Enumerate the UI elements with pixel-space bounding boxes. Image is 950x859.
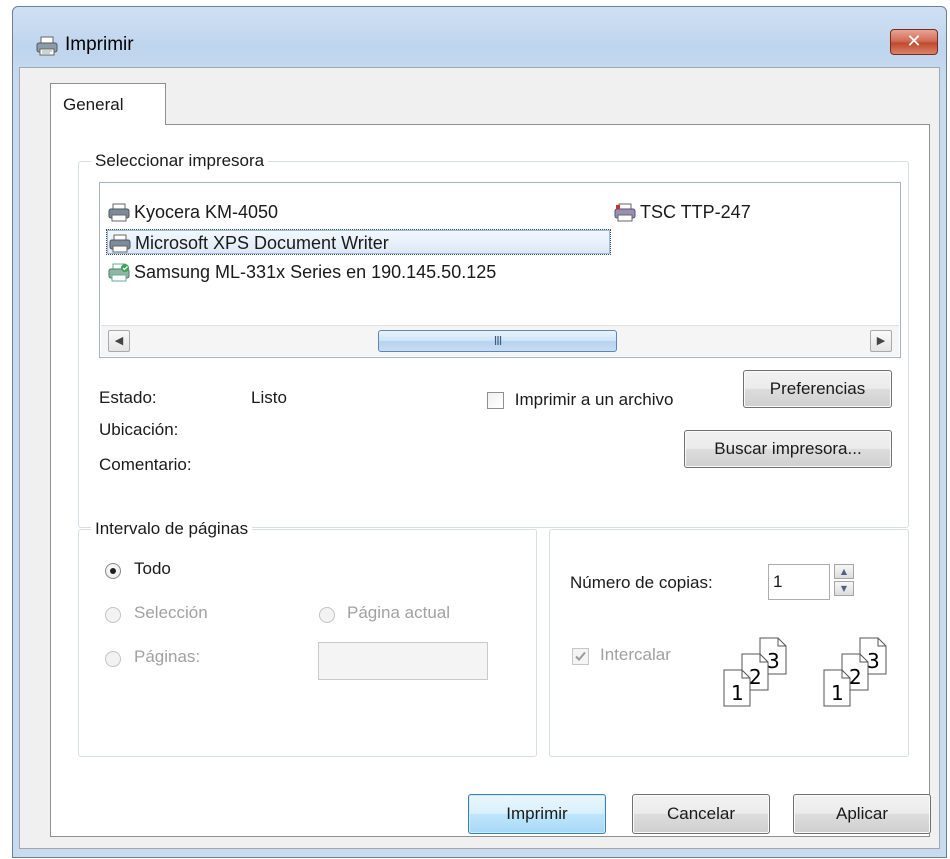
page-number: 3 (867, 649, 880, 673)
printer-icon (109, 234, 131, 253)
preferences-label: Preferencias (769, 379, 866, 398)
general-tab-panel: Seleccionar impresora Kyocera KM-4050 TS… (50, 124, 930, 837)
preferences-button[interactable]: Preferencias (743, 370, 892, 408)
copies-spinner[interactable]: ▲ ▼ (834, 564, 854, 600)
print-to-file-label-rest: Imprimir a un archivo (514, 390, 674, 409)
page-range-group: Intervalo de páginas Todo Selección Pági… (78, 519, 537, 757)
page-number: 2 (849, 665, 862, 689)
checkmark-icon (575, 651, 586, 661)
scrollbar-thumb[interactable]: III (378, 330, 617, 352)
page-number: 2 (749, 665, 762, 689)
location-label: Ubicación: (99, 420, 179, 439)
printer-icon (614, 203, 636, 222)
find-printer-label: Buscar impresora... (714, 439, 862, 458)
spin-down-icon[interactable]: ▼ (834, 581, 854, 596)
copies-count-label: Número de copias: (570, 573, 713, 592)
page-number: 1 (731, 681, 744, 705)
tab-general[interactable]: General (50, 83, 166, 125)
printer-icon (108, 203, 130, 222)
scrollbar-grip-icon: III (493, 334, 503, 348)
page-number: 1 (831, 681, 844, 705)
cancel-label: Cancelar (666, 804, 736, 823)
scroll-left-icon[interactable]: ◀ (108, 330, 130, 352)
printer-item-tsc[interactable]: TSC TTP-247 (612, 199, 751, 225)
collated-pages-icon: 3 2 1 (823, 637, 887, 707)
printer-name: Samsung ML-331x Series en 190.145.50.125 (134, 262, 497, 282)
window-title: Imprimir (65, 34, 134, 55)
scroll-right-icon[interactable]: ▶ (870, 330, 892, 352)
page-range-legend: Intervalo de páginas (91, 519, 253, 539)
print-to-file-label[interactable]: IImprimir a un archivo (514, 390, 674, 410)
pages-input[interactable] (318, 642, 488, 680)
find-printer-button[interactable]: Buscar impresora... (684, 430, 892, 468)
select-printer-group: Seleccionar impresora Kyocera KM-4050 TS… (78, 151, 909, 528)
printer-icon (36, 36, 58, 56)
radio-all-label[interactable]: Todo (134, 559, 171, 579)
printer-name: Microsoft XPS Document Writer (135, 233, 389, 253)
print-label: Imprimir (506, 804, 568, 823)
close-icon: ✕ (906, 31, 922, 52)
select-printer-legend: Seleccionar impresora (91, 151, 269, 171)
apply-label: Aplicar (836, 804, 888, 823)
tab-general-label: General (63, 95, 124, 114)
apply-button[interactable]: Aplicar (793, 794, 931, 834)
copies-group: Número de copias: 1 ▲ ▼ Intercalar 3 2 1… (549, 529, 909, 757)
network-printer-default-icon (108, 263, 130, 282)
print-to-file-checkbox[interactable] (487, 392, 504, 409)
copies-count-input[interactable]: 1 (768, 564, 830, 600)
collate-checkbox[interactable] (572, 648, 589, 665)
radio-selection[interactable] (105, 607, 121, 623)
status-label: Estado: (99, 388, 157, 407)
radio-pages[interactable] (105, 651, 121, 667)
radio-current-page[interactable] (319, 607, 335, 623)
close-button[interactable]: ✕ (890, 29, 938, 55)
comment-label: Comentario: (99, 455, 192, 474)
radio-selection-label[interactable]: Selección (134, 603, 208, 623)
collate-label: Intercalar (600, 645, 671, 664)
dialog-client-area: General Seleccionar impresora Kyocera KM… (19, 67, 940, 849)
printer-list-horizontal-scrollbar[interactable]: ◀ III ▶ (101, 325, 899, 356)
radio-pages-label[interactable]: Páginas: (134, 647, 200, 667)
radio-all-pages[interactable] (105, 563, 121, 579)
collated-pages-icon: 3 2 1 (723, 637, 787, 707)
printer-item-xps-writer[interactable]: Microsoft XPS Document Writer (106, 229, 611, 255)
print-button[interactable]: Imprimir (468, 794, 606, 834)
printer-list[interactable]: Kyocera KM-4050 TSC TTP-247 Microsoft XP… (99, 182, 901, 358)
printer-name: Kyocera KM-4050 (134, 202, 279, 222)
printer-name: TSC TTP-247 (640, 202, 751, 222)
radio-current-page-label[interactable]: Página actual (347, 603, 450, 623)
page-number: 3 (767, 649, 780, 673)
status-value: Listo (251, 388, 287, 407)
cancel-button[interactable]: Cancelar (632, 794, 770, 834)
printer-item-kyocera[interactable]: Kyocera KM-4050 (106, 199, 278, 225)
print-dialog-window: Imprimir ✕ General Seleccionar impresora (12, 6, 947, 858)
printer-item-samsung[interactable]: Samsung ML-331x Series en 190.145.50.125 (106, 259, 496, 285)
spin-up-icon[interactable]: ▲ (834, 564, 854, 579)
